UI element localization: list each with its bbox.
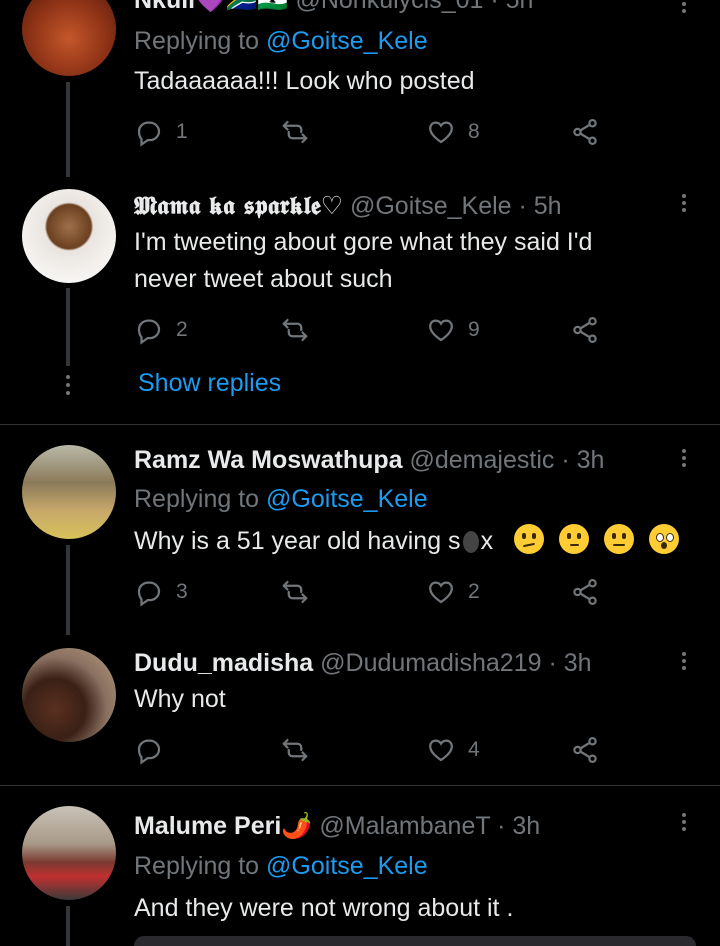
display-name[interactable]: 𝕸𝖆𝖒𝖆 𝖐𝖆 𝖘𝖕𝖆𝖗𝖐𝖑𝖊♡ bbox=[134, 191, 343, 220]
tweet-text: And they were not wrong about it . bbox=[134, 894, 514, 922]
tweet-text: Why not bbox=[134, 685, 226, 713]
retweet-button[interactable] bbox=[280, 114, 310, 150]
reply-button[interactable]: 3 bbox=[134, 574, 188, 610]
retweet-button[interactable] bbox=[280, 312, 310, 348]
mention-link[interactable]: @Goitse_Kele bbox=[266, 485, 428, 513]
mention-link[interactable]: @Goitse_Kele bbox=[266, 27, 428, 55]
share-button[interactable] bbox=[570, 732, 600, 768]
reply-button[interactable]: 2 bbox=[134, 312, 188, 348]
retweet-icon bbox=[282, 738, 308, 762]
tweet-text: Why is a 51 year old having sx bbox=[134, 523, 679, 560]
mention-link[interactable]: @Goitse_Kele bbox=[266, 852, 428, 880]
tweet-malume-peri[interactable]: Malume Peri🌶️ @MalambaneT · 3h Replying … bbox=[0, 786, 720, 946]
more-icon[interactable] bbox=[676, 191, 692, 217]
reply-icon bbox=[137, 739, 161, 765]
retweet-icon bbox=[282, 318, 308, 342]
thread-line bbox=[66, 906, 70, 946]
like-button[interactable]: 9 bbox=[426, 312, 480, 348]
tweet-header: Dudu_madisha @Dudumadisha219 · 3h bbox=[134, 649, 592, 678]
thread-line bbox=[66, 288, 70, 366]
handle-time[interactable]: @demajestic · 3h bbox=[410, 446, 605, 474]
replying-to: Replying to @Goitse_Kele bbox=[134, 485, 428, 513]
thread-dots bbox=[64, 375, 72, 399]
retweet-button[interactable] bbox=[280, 574, 310, 610]
tweet-text: Tadaaaaaa!!! Look who posted bbox=[134, 67, 475, 95]
tweet-actions: 3 2 bbox=[134, 574, 614, 610]
reply-button[interactable]: 1 bbox=[134, 114, 188, 150]
like-count: 9 bbox=[468, 318, 480, 341]
heart-icon bbox=[429, 121, 453, 144]
tweet-actions: 4 bbox=[134, 732, 614, 768]
more-icon[interactable] bbox=[676, 649, 692, 675]
avatar[interactable] bbox=[22, 189, 116, 283]
display-name[interactable]: Ramz Wa Moswathupa bbox=[134, 446, 403, 474]
display-name[interactable]: Nkuli💜🇿🇦🇱🇸 bbox=[134, 0, 289, 14]
reply-count: 3 bbox=[176, 580, 188, 603]
avatar[interactable] bbox=[22, 445, 116, 539]
replying-to: Replying to @Goitse_Kele bbox=[134, 27, 428, 55]
display-name[interactable]: Dudu_madisha bbox=[134, 649, 313, 677]
retweet-icon bbox=[282, 120, 308, 144]
share-button[interactable] bbox=[570, 574, 600, 610]
reply-icon bbox=[137, 319, 161, 345]
like-button[interactable]: 2 bbox=[426, 574, 480, 610]
heart-icon bbox=[429, 319, 453, 342]
confused-face-emoji bbox=[514, 524, 545, 554]
reply-count: 1 bbox=[176, 120, 188, 143]
censor-blur bbox=[462, 531, 479, 553]
heart-icon bbox=[429, 739, 453, 762]
handle-time[interactable]: @Dudumadisha219 · 3h bbox=[320, 649, 591, 677]
reply-icon bbox=[137, 581, 161, 607]
more-icon[interactable] bbox=[676, 810, 692, 836]
share-icon bbox=[573, 737, 597, 763]
like-button[interactable]: 8 bbox=[426, 114, 480, 150]
thinking-face-emoji bbox=[558, 524, 589, 554]
tweet-ramz[interactable]: Ramz Wa Moswathupa @demajestic · 3h Repl… bbox=[0, 425, 720, 635]
like-count: 4 bbox=[468, 738, 480, 761]
media-preview[interactable] bbox=[134, 936, 696, 946]
handle-time[interactable]: @Goitse_Kele · 5h bbox=[350, 192, 562, 220]
share-button[interactable] bbox=[570, 114, 600, 150]
tweet-actions: 2 9 bbox=[134, 312, 614, 348]
avatar[interactable] bbox=[22, 648, 116, 742]
tweet-header: Nkuli💜🇿🇦🇱🇸 @Nonkulycis_01 · 5h bbox=[134, 0, 533, 15]
share-icon bbox=[573, 317, 597, 343]
tweet-text-line-1: I'm tweeting about gore what they said I… bbox=[134, 228, 593, 256]
like-count: 2 bbox=[468, 580, 480, 603]
share-icon bbox=[573, 119, 597, 145]
tweet-nkuli[interactable]: Nkuli💜🇿🇦🇱🇸 @Nonkulycis_01 · 5h Replying … bbox=[0, 0, 720, 177]
avatar[interactable] bbox=[22, 0, 116, 76]
reply-count: 2 bbox=[176, 318, 188, 341]
show-replies-link[interactable]: Show replies bbox=[138, 369, 281, 398]
tweet-header: Ramz Wa Moswathupa @demajestic · 3h bbox=[134, 446, 604, 475]
tweet-header: 𝕸𝖆𝖒𝖆 𝖐𝖆 𝖘𝖕𝖆𝖗𝖐𝖑𝖊♡ @Goitse_Kele · 5h bbox=[134, 191, 562, 221]
tweet-dudu-madisha[interactable]: Dudu_madisha @Dudumadisha219 · 3h Why no… bbox=[0, 630, 720, 785]
share-button[interactable] bbox=[570, 312, 600, 348]
share-icon bbox=[573, 579, 597, 605]
handle-time[interactable]: @MalambaneT · 3h bbox=[319, 812, 540, 840]
tweet-actions: 1 8 bbox=[134, 114, 614, 150]
more-icon[interactable] bbox=[676, 0, 692, 18]
thread-line bbox=[66, 545, 70, 635]
thread-line bbox=[66, 82, 70, 177]
retweet-icon bbox=[282, 580, 308, 604]
reply-icon bbox=[137, 121, 161, 147]
flushed-face-emoji bbox=[648, 524, 679, 554]
like-count: 8 bbox=[468, 120, 480, 143]
heart-icon bbox=[429, 581, 453, 604]
replying-to: Replying to @Goitse_Kele bbox=[134, 852, 428, 880]
display-name[interactable]: Malume Peri🌶️ bbox=[134, 812, 312, 840]
tweet-mama-ka-sparkle[interactable]: 𝕸𝖆𝖒𝖆 𝖐𝖆 𝖘𝖕𝖆𝖗𝖐𝖑𝖊♡ @Goitse_Kele · 5h I'm t… bbox=[0, 175, 720, 423]
like-button[interactable]: 4 bbox=[426, 732, 480, 768]
tweet-header: Malume Peri🌶️ @MalambaneT · 3h bbox=[134, 812, 540, 841]
neutral-face-emoji bbox=[603, 524, 634, 554]
reply-button[interactable] bbox=[134, 732, 164, 768]
avatar[interactable] bbox=[22, 806, 116, 900]
retweet-button[interactable] bbox=[280, 732, 310, 768]
handle-time[interactable]: @Nonkulycis_01 · 5h bbox=[295, 0, 533, 14]
tweet-text-line-2: never tweet about such bbox=[134, 265, 393, 293]
more-icon[interactable] bbox=[676, 446, 692, 472]
